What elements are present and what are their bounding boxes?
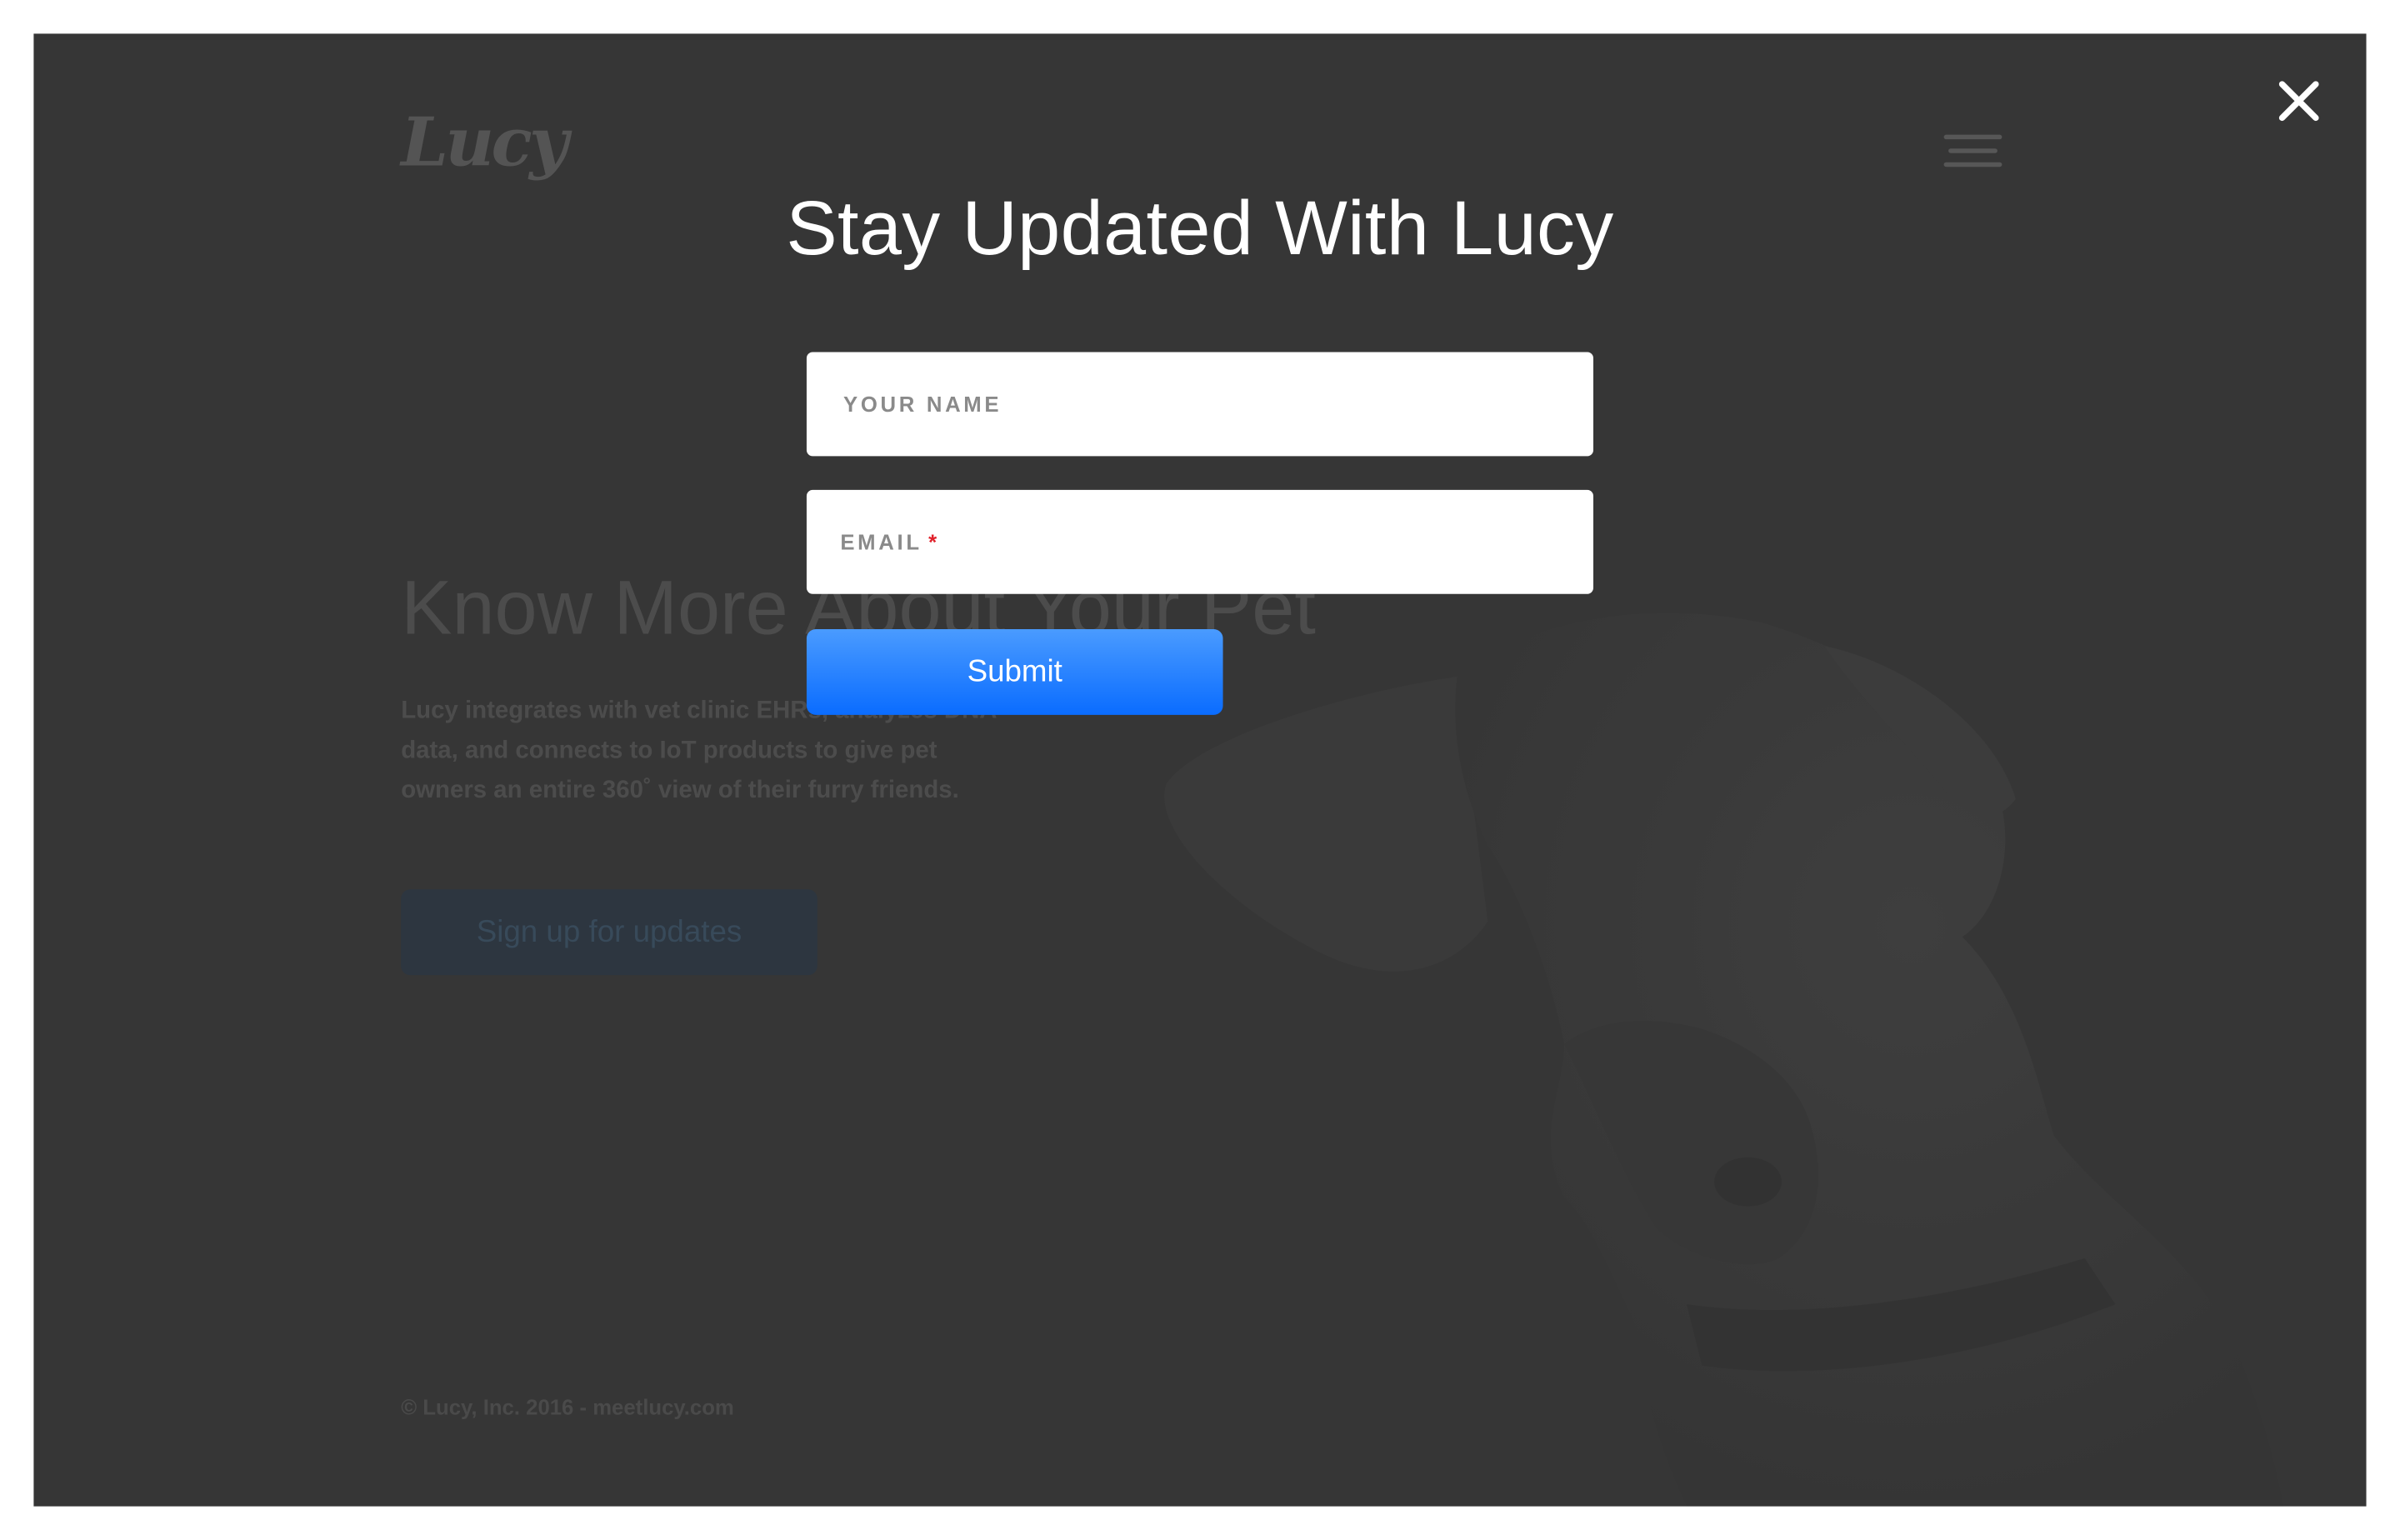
email-label: EMAIL	[840, 529, 922, 554]
name-input[interactable]	[840, 390, 1560, 418]
modal-title: Stay Updated With Lucy	[786, 185, 1614, 272]
close-button[interactable]	[2272, 73, 2327, 128]
stage: Lucy Know More About Your Pet Lucy integ…	[0, 0, 2400, 1540]
name-field[interactable]	[806, 352, 1594, 457]
email-field[interactable]: EMAIL *	[806, 489, 1594, 594]
close-icon	[2278, 81, 2319, 122]
email-input[interactable]	[948, 528, 1560, 556]
submit-button[interactable]: Submit	[806, 629, 1223, 715]
modal-backdrop: Lucy Know More About Your Pet Lucy integ…	[33, 33, 2367, 1507]
required-asterisk: *	[928, 529, 938, 554]
